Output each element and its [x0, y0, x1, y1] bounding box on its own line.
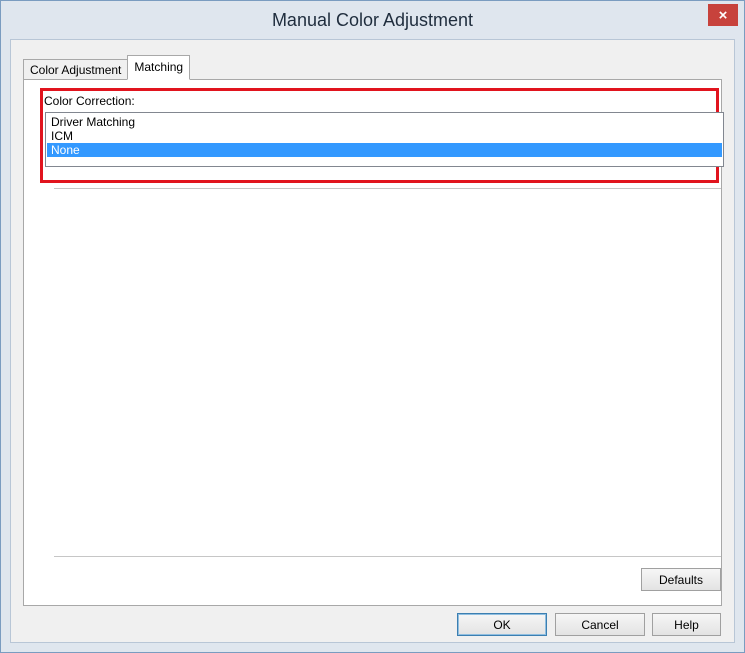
defaults-button[interactable]: Defaults: [641, 568, 721, 591]
ok-button[interactable]: OK: [457, 613, 547, 636]
title-bar[interactable]: Manual Color Adjustment ×: [1, 1, 744, 39]
cancel-button[interactable]: Cancel: [555, 613, 645, 636]
matching-tab-panel: Color Correction: Driver Matching ICM No…: [23, 79, 724, 606]
tab-color-adjustment[interactable]: Color Adjustment: [23, 59, 129, 80]
color-correction-listbox[interactable]: Driver Matching ICM None: [45, 112, 724, 167]
dialog-client-area: Color Adjustment Matching Color Correcti…: [10, 39, 735, 643]
color-correction-label: Color Correction:: [44, 94, 135, 108]
tab-matching[interactable]: Matching: [127, 55, 191, 80]
dialog-window: Manual Color Adjustment × Color Adjustme…: [0, 0, 745, 653]
list-item-none[interactable]: None: [47, 143, 722, 157]
dialog-title: Manual Color Adjustment: [271, 9, 474, 30]
close-button[interactable]: ×: [708, 4, 738, 26]
help-button[interactable]: Help: [652, 613, 721, 636]
list-item-driver-matching[interactable]: Driver Matching: [47, 115, 722, 129]
close-icon: ×: [718, 6, 728, 24]
tab-strip: Color Adjustment Matching: [23, 54, 191, 80]
list-item-icm[interactable]: ICM: [47, 129, 722, 143]
separator: [54, 188, 721, 189]
separator: [54, 556, 721, 557]
